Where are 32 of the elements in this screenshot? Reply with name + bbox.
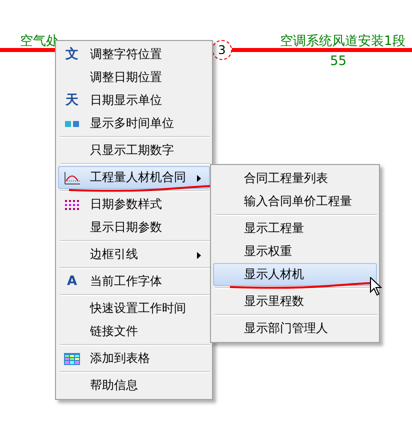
menu-icon: 天 [66, 94, 78, 108]
menu-item[interactable]: 添加到表格 [58, 347, 210, 370]
menu-item[interactable]: 调整日期位置 [58, 66, 210, 89]
menu-item[interactable]: 输入合同单价工程量 [213, 190, 377, 213]
menu-item[interactable]: 显示日期参数 [58, 216, 210, 239]
menu-icon: A [66, 275, 78, 289]
menu-item[interactable]: A 当前工作字体 [58, 270, 210, 293]
menu-item[interactable]: 显示工程量 [213, 217, 377, 240]
task-duration: 55 [330, 54, 347, 69]
menu-item[interactable]: 帮助信息 [58, 374, 210, 397]
menu-item[interactable]: 显示多时间单位 [58, 112, 210, 135]
menu-item[interactable]: 显示人材机 [213, 263, 377, 286]
calendar-units-icon [65, 120, 79, 128]
menu-item[interactable]: 边框引线 [58, 243, 210, 266]
chart-icon [64, 171, 80, 185]
menu-item[interactable]: 只显示工期数字 [58, 139, 210, 162]
menu-item[interactable]: 链接文件 [58, 320, 210, 343]
cursor-icon [370, 277, 383, 296]
table-icon [64, 353, 80, 365]
menu-item[interactable]: 快速设置工作时间 [58, 297, 210, 320]
dot-grid-icon [65, 200, 79, 210]
menu-item[interactable]: 合同工程量列表 [213, 167, 377, 190]
menu-item[interactable]: 显示部门管理人 [213, 317, 377, 340]
menu-item[interactable]: 文 调整字符位置 [58, 43, 210, 66]
menu-item[interactable]: 显示权重 [213, 240, 377, 263]
menu-item[interactable]: 天 日期显示单位 [58, 89, 210, 112]
menu-item[interactable]: 工程量人材机合同 [58, 166, 210, 189]
menu-item[interactable]: 显示里程数 [213, 290, 377, 313]
task-label: 空调系统风道安装1段 [280, 34, 406, 49]
menu-item[interactable]: 日期参数样式 [58, 193, 210, 216]
node-circle: 3 [212, 40, 232, 60]
menu-icon: 文 [66, 48, 78, 62]
